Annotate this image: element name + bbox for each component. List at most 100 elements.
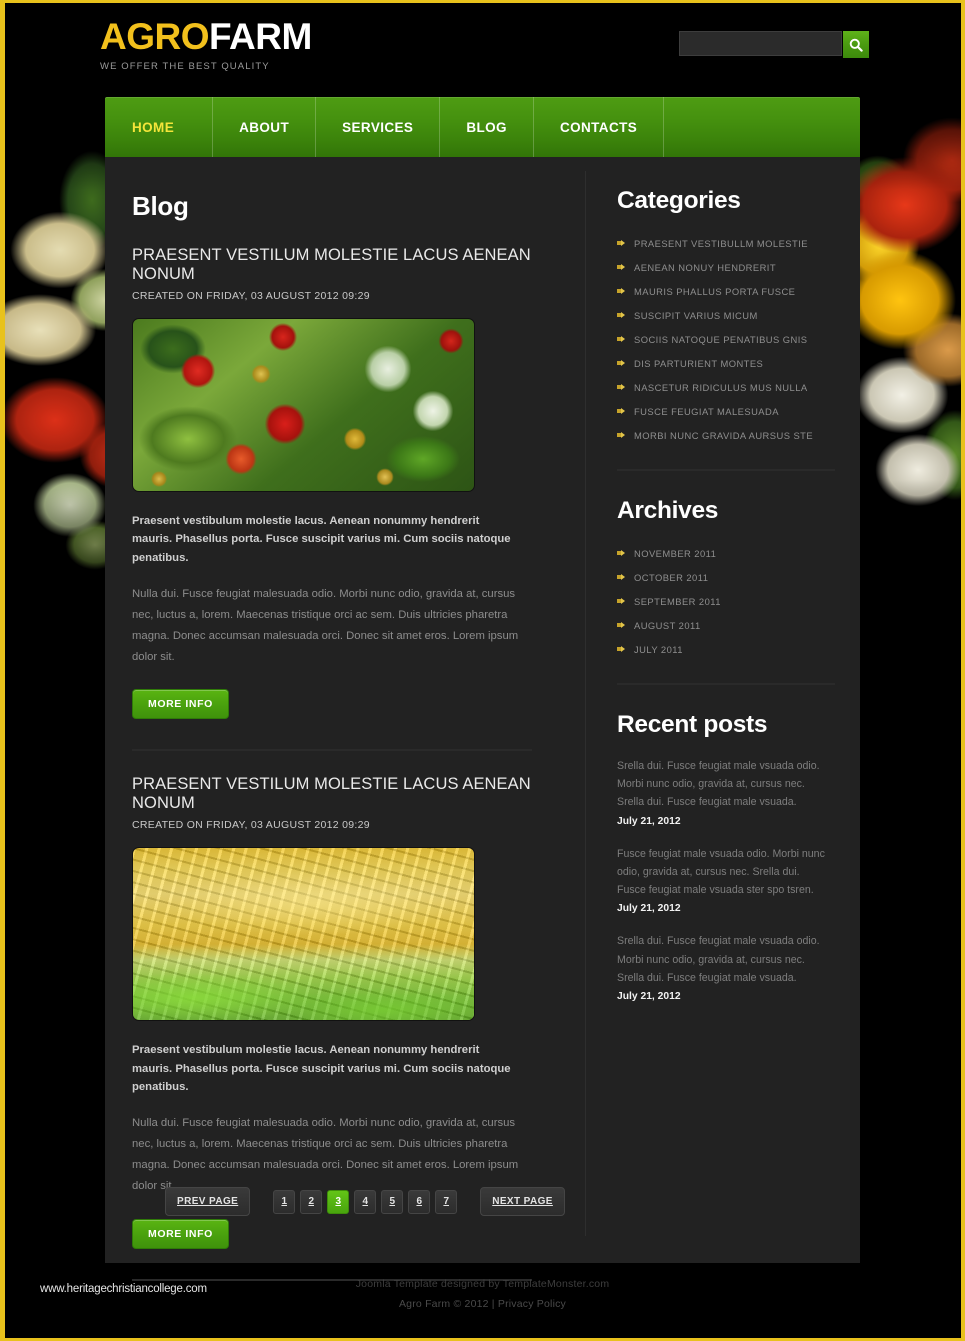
category-link[interactable]: DIS PARTURIENT MONTES: [634, 358, 763, 369]
category-link[interactable]: SOCIIS NATOQUE PENATIBUS GNIS: [634, 334, 808, 345]
arrow-bullet-icon: [617, 311, 625, 319]
archive-link[interactable]: JULY 2011: [634, 644, 683, 655]
next-page-button[interactable]: NEXT PAGE: [480, 1187, 565, 1216]
post-lead-paragraph: Praesent vestibulum molestie lacus. Aene…: [132, 515, 511, 564]
recent-post-item[interactable]: Fusce feugiat male vsuada odio. Morbi nu…: [617, 845, 842, 915]
arrow-bullet-icon: [617, 359, 625, 367]
more-info-button[interactable]: MORE INFO: [132, 689, 229, 720]
arrow-bullet-icon: [617, 407, 625, 415]
footer-credit: Joomla Template designed by TemplateMons…: [355, 1278, 610, 1290]
arrow-bullet-icon: [617, 335, 625, 343]
logo-text: AGROFARM: [100, 18, 312, 55]
footer-copyright-row: Agro Farm © 2012 | Privacy Policy: [105, 1298, 860, 1310]
category-link[interactable]: NASCETUR RIDICULUS MUS NULLA: [634, 382, 808, 393]
column-divider: [585, 171, 586, 1236]
page-button-1[interactable]: 1: [273, 1189, 296, 1214]
more-info-button[interactable]: MORE INFO: [132, 1218, 229, 1249]
arrow-bullet-icon: [617, 597, 625, 605]
archive-item[interactable]: NOVEMBER 2011: [617, 541, 842, 565]
site-footer: Joomla Template designed by TemplateMons…: [105, 1278, 860, 1310]
search-input[interactable]: [679, 31, 842, 56]
main-navigation: HOME ABOUT SERVICES BLOG CONTACTS: [105, 97, 860, 157]
content-panel: Blog PRAESENT VESTILUM MOLESTIE LACUS AE…: [105, 157, 860, 1281]
arrow-bullet-icon: [617, 573, 625, 581]
page-button-4[interactable]: 4: [354, 1189, 377, 1214]
prev-page-button[interactable]: PREV PAGE: [165, 1187, 251, 1216]
category-item[interactable]: FUSCE FEUGIAT MALESUADA: [617, 399, 842, 423]
logo-primary: AGRO: [100, 16, 210, 57]
category-link[interactable]: MORBI NUNC GRAVIDA AURSUS STE: [634, 430, 813, 441]
privacy-policy-link[interactable]: Privacy Policy: [498, 1298, 566, 1310]
blog-post: PRAESENT VESTILUM MOLESTIE LACUS AENEAN …: [132, 246, 562, 752]
post-title[interactable]: PRAESENT VESTILUM MOLESTIE LACUS AENEAN …: [132, 775, 562, 813]
category-link[interactable]: SUSCIPIT VARIUS MICUM: [634, 310, 758, 321]
recent-post-item[interactable]: Srella dui. Fusce feugiat male vsuada od…: [617, 932, 842, 1002]
arrow-bullet-icon: [617, 621, 625, 629]
category-item[interactable]: MORBI NUNC GRAVIDA AURSUS STE: [617, 423, 842, 447]
nav-empty-space: [664, 97, 860, 157]
category-link[interactable]: PRAESENT VESTIBULLM MOLESTIE: [634, 238, 808, 249]
archive-item[interactable]: JULY 2011: [617, 637, 842, 661]
post-lead-paragraph: Praesent vestibulum molestie lacus. Aene…: [132, 1044, 511, 1094]
recent-post-text: Srella dui. Fusce feugiat male vsuada od…: [617, 935, 820, 984]
category-link[interactable]: MAURIS PHALLUS PORTA FUSCE: [634, 286, 795, 297]
archive-item[interactable]: SEPTEMBER 2011: [617, 589, 842, 613]
post-separator: [132, 749, 532, 752]
category-item[interactable]: SUSCIPIT VARIUS MICUM: [617, 303, 842, 327]
search-icon: [849, 38, 863, 52]
page-button-7[interactable]: 7: [435, 1189, 458, 1214]
watermark-text: www.heritagechristiancollege.com: [40, 1283, 207, 1295]
category-item[interactable]: MAURIS PHALLUS PORTA FUSCE: [617, 279, 842, 303]
post-body-paragraph: Nulla dui. Fusce feugiat malesuada odio.…: [132, 1117, 519, 1193]
page-button-5[interactable]: 5: [381, 1189, 404, 1214]
archive-link[interactable]: NOVEMBER 2011: [634, 548, 716, 559]
category-item[interactable]: PRAESENT VESTIBULLM MOLESTIE: [617, 231, 842, 255]
page-root: AGROFARM WE OFFER THE BEST QUALITY HOME …: [0, 0, 965, 1341]
recent-post-item[interactable]: Srella dui. Fusce feugiat male vsuada od…: [617, 757, 842, 827]
page-button-3-current[interactable]: 3: [327, 1189, 350, 1214]
nav-item-services[interactable]: SERVICES: [316, 97, 441, 157]
nav-item-home[interactable]: HOME: [105, 97, 214, 157]
post-image-raspberries[interactable]: [132, 318, 475, 492]
arrow-bullet-icon: [617, 263, 625, 271]
post-image-corn[interactable]: [132, 847, 475, 1022]
category-item[interactable]: SOCIIS NATOQUE PENATIBUS GNIS: [617, 327, 842, 351]
archive-link[interactable]: SEPTEMBER 2011: [634, 596, 721, 607]
search-button[interactable]: [843, 31, 869, 58]
arrow-bullet-icon: [617, 287, 625, 295]
sidebar-block-categories: Categories PRAESENT VESTIBULLM MOLESTIE …: [617, 187, 842, 471]
search-form[interactable]: [679, 31, 869, 58]
nav-item-contacts[interactable]: CONTACTS: [534, 97, 665, 157]
sidebar-separator: [617, 683, 835, 685]
recent-post-text: Srella dui. Fusce feugiat male vsuada od…: [617, 760, 820, 809]
categories-list: PRAESENT VESTIBULLM MOLESTIE AENEAN NONU…: [617, 231, 842, 447]
nav-item-blog[interactable]: BLOG: [440, 97, 534, 157]
main-column: Blog PRAESENT VESTILUM MOLESTIE LACUS AE…: [132, 157, 562, 1281]
sidebar: Categories PRAESENT VESTIBULLM MOLESTIE …: [617, 157, 842, 1002]
corn-photo: [133, 848, 474, 1021]
archive-link[interactable]: OCTOBER 2011: [634, 572, 708, 583]
archive-item[interactable]: OCTOBER 2011: [617, 565, 842, 589]
page-button-2[interactable]: 2: [300, 1189, 323, 1214]
category-item[interactable]: DIS PARTURIENT MONTES: [617, 351, 842, 375]
arrow-bullet-icon: [617, 645, 625, 653]
category-link[interactable]: FUSCE FEUGIAT MALESUADA: [634, 406, 779, 417]
sidebar-block-archives: Archives NOVEMBER 2011 OCTOBER 2011 SEPT…: [617, 497, 842, 685]
archives-title: Archives: [617, 497, 719, 524]
arrow-bullet-icon: [617, 431, 625, 439]
nav-item-about[interactable]: ABOUT: [213, 97, 317, 157]
archive-link[interactable]: AUGUST 2011: [634, 620, 701, 631]
category-link[interactable]: AENEAN NONUY HENDRERIT: [634, 262, 776, 273]
archives-list: NOVEMBER 2011 OCTOBER 2011 SEPTEMBER 201…: [617, 541, 842, 661]
recent-post-date: July 21, 2012: [617, 903, 681, 915]
archive-item[interactable]: AUGUST 2011: [617, 613, 842, 637]
logo-secondary: FARM: [209, 16, 312, 57]
categories-title: Categories: [617, 187, 741, 214]
category-item[interactable]: AENEAN NONUY HENDRERIT: [617, 255, 842, 279]
pagination: PREV PAGE 1 2 3 4 5 6 7 NEXT PAGE: [165, 1187, 565, 1216]
recent-posts-title: Recent posts: [617, 711, 768, 738]
page-button-6[interactable]: 6: [408, 1189, 431, 1214]
site-logo[interactable]: AGROFARM WE OFFER THE BEST QUALITY: [100, 18, 312, 72]
category-item[interactable]: NASCETUR RIDICULUS MUS NULLA: [617, 375, 842, 399]
post-title[interactable]: PRAESENT VESTILUM MOLESTIE LACUS AENEAN …: [132, 246, 562, 284]
